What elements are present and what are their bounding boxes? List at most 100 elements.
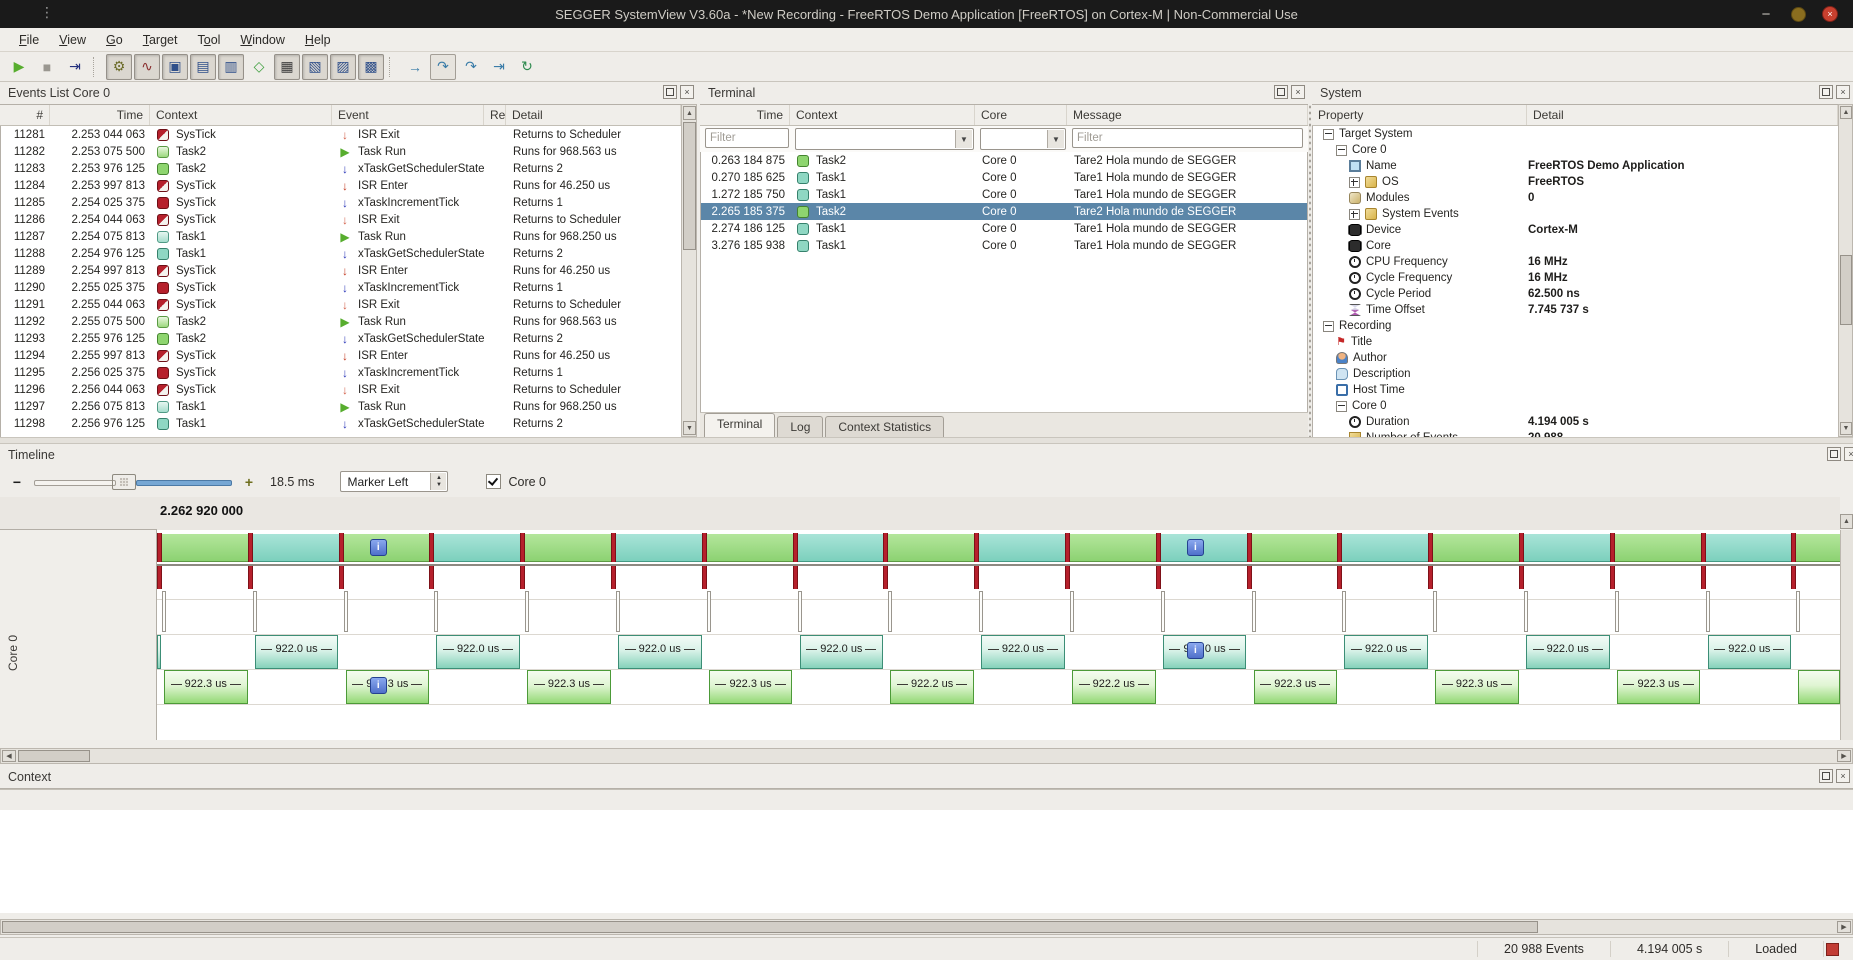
core0-activity-segment[interactable] — [707, 534, 793, 562]
scroll-right-icon[interactable]: ▶ — [1837, 750, 1851, 762]
tab-log[interactable]: Log — [777, 416, 823, 437]
system-tree-row[interactable]: Description — [1313, 366, 1838, 382]
terminal-header-time[interactable]: Time — [700, 105, 790, 125]
scheduler-bar[interactable] — [1615, 591, 1619, 632]
task2-run-block[interactable]: 922.3 us — [1435, 670, 1519, 704]
window-menu-icon[interactable]: ⋮ — [40, 4, 54, 21]
core0-activity-segment[interactable] — [888, 534, 974, 562]
systick-bar[interactable] — [520, 566, 525, 589]
systick-bar[interactable] — [1156, 566, 1161, 589]
system-tree-row[interactable]: System Events — [1313, 206, 1838, 222]
task2-run-block[interactable]: 922.2 us — [1072, 670, 1156, 704]
task1-run-block[interactable]: 922.0 us — [981, 635, 1065, 669]
systick-bar[interactable] — [1337, 566, 1342, 589]
system-tree-row[interactable]: Time Offset7.745 737 s — [1313, 302, 1838, 318]
events-row[interactable]: 112882.254 976 125Task1↓xTaskGetSchedule… — [1, 245, 681, 262]
system-tree-row[interactable]: Core — [1313, 238, 1838, 254]
systick-marker-core0[interactable] — [883, 533, 888, 562]
core0-activity-segment[interactable] — [434, 534, 520, 562]
systick-bar[interactable] — [1791, 566, 1796, 589]
systick-marker-core0[interactable] — [157, 533, 162, 562]
core0-activity-segment[interactable] — [253, 534, 339, 562]
systick-marker-core0[interactable] — [974, 533, 979, 562]
go-to-marker-button[interactable]: ◇ — [246, 54, 272, 80]
close-panel-icon[interactable]: × — [1844, 447, 1853, 461]
close-panel-icon[interactable]: × — [680, 85, 694, 99]
menu-help[interactable]: Help — [296, 30, 340, 50]
terminal-table-header[interactable]: TimeContextCoreMessage — [700, 104, 1308, 126]
task2-run-block[interactable]: 922.3 us — [1254, 670, 1338, 704]
menu-window[interactable]: Window — [231, 30, 293, 50]
events-scrollbar-thumb[interactable] — [683, 122, 696, 250]
go-to-end-button[interactable]: ⇥ — [486, 54, 512, 80]
menu-view[interactable]: View — [50, 30, 95, 50]
events-row[interactable]: 112852.254 025 375SysTick↓xTaskIncrement… — [1, 194, 681, 211]
events-row[interactable]: 112832.253 976 125Task2↓xTaskGetSchedule… — [1, 160, 681, 177]
systick-bar[interactable] — [1428, 566, 1433, 589]
system-tree-row[interactable]: Recording — [1313, 318, 1838, 334]
scheduler-bar[interactable] — [707, 591, 711, 632]
scheduler-bar[interactable] — [525, 591, 529, 632]
systick-bar[interactable] — [429, 566, 434, 589]
system-tree-row[interactable]: ⚑Title — [1313, 334, 1838, 350]
system-tree-row[interactable]: Cycle Frequency16 MHz — [1313, 270, 1838, 286]
scheduler-bar[interactable] — [888, 591, 892, 632]
timeline-zoom-slider[interactable] — [34, 474, 232, 490]
zoom-data-button[interactable]: ▨ — [330, 54, 356, 80]
marker-mode-select[interactable]: Marker Left ▲▼ — [340, 471, 448, 492]
scheduler-bar[interactable] — [1796, 591, 1800, 632]
timeline-ruler[interactable]: 2.262 920 000 — [157, 497, 1840, 531]
system-header-detail[interactable]: Detail — [1527, 105, 1838, 125]
events-table-header[interactable]: #TimeContextEventReDetail — [0, 104, 681, 126]
system-tree-row[interactable]: Modules0 — [1313, 190, 1838, 206]
scheduler-bar[interactable] — [162, 591, 166, 632]
systick-marker-core0[interactable] — [1428, 533, 1433, 562]
context-hscroll-thumb[interactable] — [2, 921, 1538, 933]
menu-go[interactable]: Go — [97, 30, 132, 50]
systick-marker-core0[interactable] — [520, 533, 525, 562]
events-header-col-re[interactable]: Re — [484, 105, 506, 125]
system-tree-row[interactable]: Duration4.194 005 s — [1313, 414, 1838, 430]
scheduler-bar[interactable] — [1252, 591, 1256, 632]
systick-bar[interactable] — [611, 566, 616, 589]
core-filter-dropdown[interactable]: ▼ — [980, 128, 1066, 150]
info-marker-icon[interactable]: i — [370, 677, 387, 694]
scheduler-bar[interactable] — [1161, 591, 1165, 632]
core0-activity-segment[interactable] — [1252, 534, 1338, 562]
events-scrollbar[interactable]: ▲ ▼ — [681, 104, 697, 437]
core0-checkbox[interactable] — [486, 474, 501, 489]
task1-run-block[interactable]: 922.0 us — [1163, 635, 1247, 669]
systick-marker-core0[interactable] — [1247, 533, 1252, 562]
events-row[interactable]: 112972.256 075 813Task1▶Task RunRuns for… — [1, 398, 681, 415]
system-tree-row[interactable]: OSFreeRTOS — [1313, 174, 1838, 190]
system-scrollbar[interactable]: ▲ ▼ — [1838, 104, 1853, 437]
systick-bar[interactable] — [1247, 566, 1252, 589]
systick-marker-core0[interactable] — [1519, 533, 1524, 562]
systick-bar[interactable] — [339, 566, 344, 589]
float-panel-icon[interactable] — [663, 85, 677, 99]
terminal-header-core[interactable]: Core — [975, 105, 1067, 125]
timeline-hscroll-thumb[interactable] — [18, 750, 90, 762]
menu-tool[interactable]: Tool — [188, 30, 229, 50]
system-table-header[interactable]: PropertyDetail — [1312, 104, 1838, 126]
horizontal-splitter[interactable] — [0, 437, 1853, 444]
core0-activity-segment[interactable] — [1433, 534, 1519, 562]
events-row[interactable]: 112942.255 997 813SysTick↓ISR EnterRuns … — [1, 347, 681, 364]
terminal-window-button[interactable]: ▣ — [162, 54, 188, 80]
scheduler-bar[interactable] — [1342, 591, 1346, 632]
timeline-chart[interactable]: 922.3 us922.0 us922.3 us922.0 us922.3 us… — [157, 530, 1840, 740]
spinner-icon[interactable]: ▲▼ — [430, 473, 446, 490]
cycle-next-button[interactable]: ↷ — [458, 54, 484, 80]
terminal-row[interactable]: 1.272 185 750Task1Core 0Tare1 Hola mundo… — [701, 186, 1307, 203]
scheduler-bar[interactable] — [1706, 591, 1710, 632]
events-row[interactable]: 112902.255 025 375SysTick↓xTaskIncrement… — [1, 279, 681, 296]
scroll-left-icon[interactable]: ◀ — [2, 750, 16, 762]
system-tree-row[interactable]: Number of Events20 988 — [1313, 430, 1838, 437]
zoom-timeline-button[interactable]: ▩ — [358, 54, 384, 80]
system-tree-row[interactable]: NameFreeRTOS Demo Application — [1313, 158, 1838, 174]
scheduler-bar[interactable] — [616, 591, 620, 632]
start-recording-button[interactable]: ▶ — [6, 54, 32, 80]
timeline-hscrollbar[interactable]: ◀ ▶ — [0, 748, 1853, 764]
cycle-current-button[interactable]: ↷ — [430, 54, 456, 80]
systick-marker-core0[interactable] — [702, 533, 707, 562]
